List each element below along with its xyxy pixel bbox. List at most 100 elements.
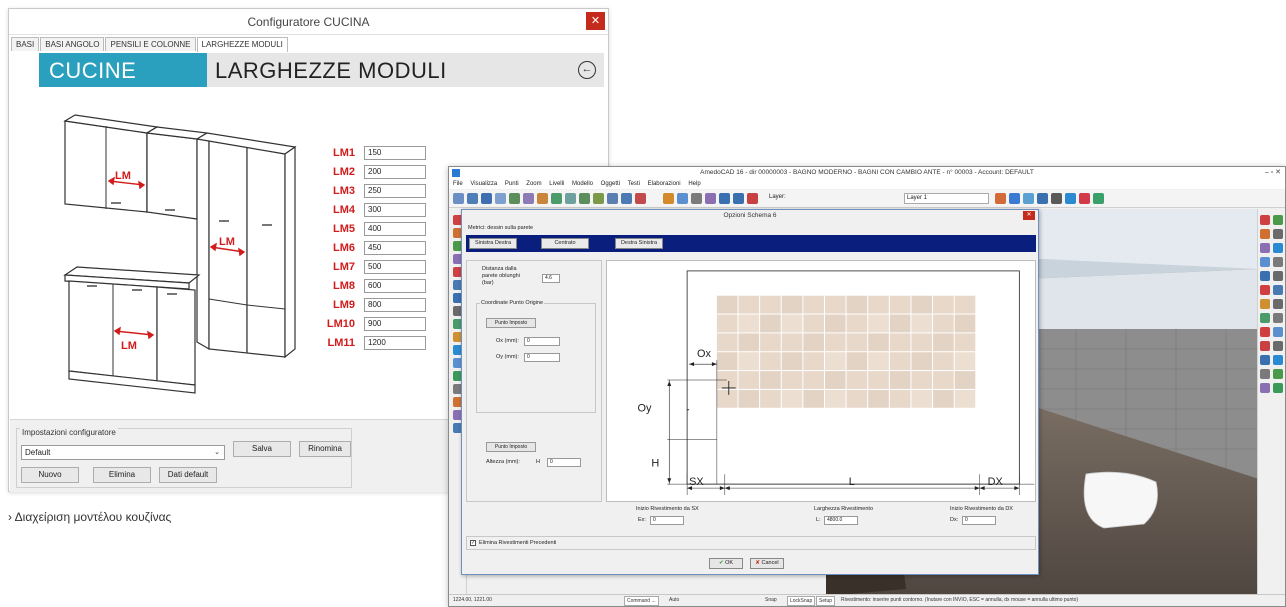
grid-icon[interactable] <box>523 193 534 204</box>
snap-toggle[interactable]: Snap <box>765 595 777 606</box>
lm-input[interactable]: 200 <box>364 165 426 179</box>
tool-w-icon[interactable] <box>1260 369 1270 379</box>
tool-i-icon[interactable] <box>1260 271 1270 281</box>
save-icon[interactable] <box>481 193 492 204</box>
tool-u-icon[interactable] <box>1260 355 1270 365</box>
render-icon[interactable] <box>579 193 590 204</box>
height-input[interactable]: 0 <box>547 458 581 467</box>
redo-icon[interactable] <box>733 193 744 204</box>
tool-d-icon[interactable] <box>1273 229 1283 239</box>
menu-file[interactable]: File <box>453 181 463 187</box>
tool-j-icon[interactable] <box>1273 271 1283 281</box>
tool-v-icon[interactable] <box>1273 355 1283 365</box>
open-folder-icon[interactable] <box>467 193 478 204</box>
table-icon[interactable] <box>621 193 632 204</box>
layer-select[interactable]: Layer 1 <box>904 193 989 204</box>
tool-b-icon[interactable] <box>1273 215 1283 225</box>
lm-input[interactable]: 150 <box>364 146 426 160</box>
image-icon[interactable] <box>509 193 520 204</box>
tool-q-icon[interactable] <box>1260 327 1270 337</box>
lm-input[interactable]: 500 <box>364 260 426 274</box>
library-icon[interactable] <box>1051 193 1062 204</box>
tab-pensili-colonne[interactable]: PENSILI E COLONNE <box>105 37 196 51</box>
tool-y-icon[interactable] <box>1260 383 1270 393</box>
delete-previous-checkbox[interactable]: ✓ <box>470 540 476 546</box>
lm-input[interactable]: 900 <box>364 317 426 331</box>
locksnap-toggle[interactable]: LockSnap <box>787 596 816 606</box>
ox-input[interactable]: 0 <box>524 337 560 346</box>
menu-elaborazioni[interactable]: Elaborazioni <box>648 181 681 187</box>
undo-icon[interactable] <box>719 193 730 204</box>
lm-input[interactable]: 300 <box>364 203 426 217</box>
point-set-button-2[interactable]: Punto Impostо <box>486 442 536 452</box>
oy-input[interactable]: 0 <box>524 353 560 362</box>
sx-input[interactable]: 0 <box>650 516 684 525</box>
tool-r-icon[interactable] <box>1273 327 1283 337</box>
menu-testi[interactable]: Testi <box>628 181 640 187</box>
new-button[interactable]: Nuovo <box>21 467 79 483</box>
cancel-button[interactable]: ✘ Cancel <box>750 558 784 569</box>
mirror-icon[interactable] <box>705 193 716 204</box>
print-icon[interactable] <box>495 193 506 204</box>
align-icon[interactable] <box>691 193 702 204</box>
delete-button[interactable]: Elimina <box>93 467 151 483</box>
lm-input[interactable]: 600 <box>364 279 426 293</box>
measure-icon[interactable] <box>677 193 688 204</box>
view-3d-icon[interactable] <box>1009 193 1020 204</box>
auto-toggle[interactable]: Auto <box>669 595 679 606</box>
menu-oggetti[interactable]: Oggetti <box>601 181 620 187</box>
command-input[interactable]: Command ... <box>624 596 659 606</box>
point-set-button[interactable]: Punto Impostо <box>486 318 536 328</box>
lm-input[interactable]: 250 <box>364 184 426 198</box>
share-icon[interactable] <box>1093 193 1104 204</box>
sphere-icon[interactable] <box>565 193 576 204</box>
tool-z-icon[interactable] <box>1273 383 1283 393</box>
tool-x-icon[interactable] <box>1273 369 1283 379</box>
menu-zoom[interactable]: Zoom <box>526 181 541 187</box>
save-button[interactable]: Salva <box>233 441 291 457</box>
default-data-button[interactable]: Dati default <box>159 467 217 483</box>
tool-m-icon[interactable] <box>1260 299 1270 309</box>
zoom-icon[interactable] <box>747 193 758 204</box>
new-file-icon[interactable] <box>453 193 464 204</box>
preset-select[interactable]: Default ⌄ <box>21 445 225 460</box>
tool-n-icon[interactable] <box>1273 299 1283 309</box>
tool-k-icon[interactable] <box>1260 285 1270 295</box>
texture-icon[interactable] <box>593 193 604 204</box>
tool-t-icon[interactable] <box>1273 341 1283 351</box>
tool-g-icon[interactable] <box>1260 257 1270 267</box>
tool-f-icon[interactable] <box>1273 243 1283 253</box>
setup-button[interactable]: Setup <box>816 596 836 606</box>
distance-input[interactable]: 4.6 <box>542 274 560 283</box>
menu-punti[interactable]: Punti <box>505 181 519 187</box>
tool-l-icon[interactable] <box>1273 285 1283 295</box>
tool-h-icon[interactable] <box>1273 257 1283 267</box>
lm-input[interactable]: 400 <box>364 222 426 236</box>
tab-basi-angolo[interactable]: BASI ANGOLO <box>40 37 105 51</box>
width-input[interactable]: 4800.0 <box>824 516 858 525</box>
lm-input[interactable]: 800 <box>364 298 426 312</box>
walk-icon[interactable] <box>1037 193 1048 204</box>
tool-a-icon[interactable] <box>1260 215 1270 225</box>
export-icon[interactable] <box>1079 193 1090 204</box>
tool-o-icon[interactable] <box>1260 313 1270 323</box>
tool-s-icon[interactable] <box>1260 341 1270 351</box>
paint-icon[interactable] <box>663 193 674 204</box>
menu-help[interactable]: Help <box>688 181 700 187</box>
tab-left-right[interactable]: Sinistra Destra <box>469 238 517 249</box>
tool-p-icon[interactable] <box>1273 313 1283 323</box>
lm-input[interactable]: 450 <box>364 241 426 255</box>
menu-livelli[interactable]: Livelli <box>549 181 564 187</box>
view-2d-icon[interactable] <box>995 193 1006 204</box>
back-arrow-icon[interactable]: ← <box>578 61 596 79</box>
catalog-icon[interactable] <box>1065 193 1076 204</box>
layout-icon[interactable] <box>607 193 618 204</box>
camera-icon[interactable] <box>1023 193 1034 204</box>
tool-e-icon[interactable] <box>1260 243 1270 253</box>
menu-visualizza[interactable]: Visualizza <box>470 181 497 187</box>
close-button[interactable]: ✕ <box>586 12 605 30</box>
dialog-close-button[interactable]: ✕ <box>1023 211 1035 220</box>
tab-basi[interactable]: BASI <box>11 37 40 51</box>
tool-c-icon[interactable] <box>1260 229 1270 239</box>
menu-modello[interactable]: Modello <box>572 181 593 187</box>
